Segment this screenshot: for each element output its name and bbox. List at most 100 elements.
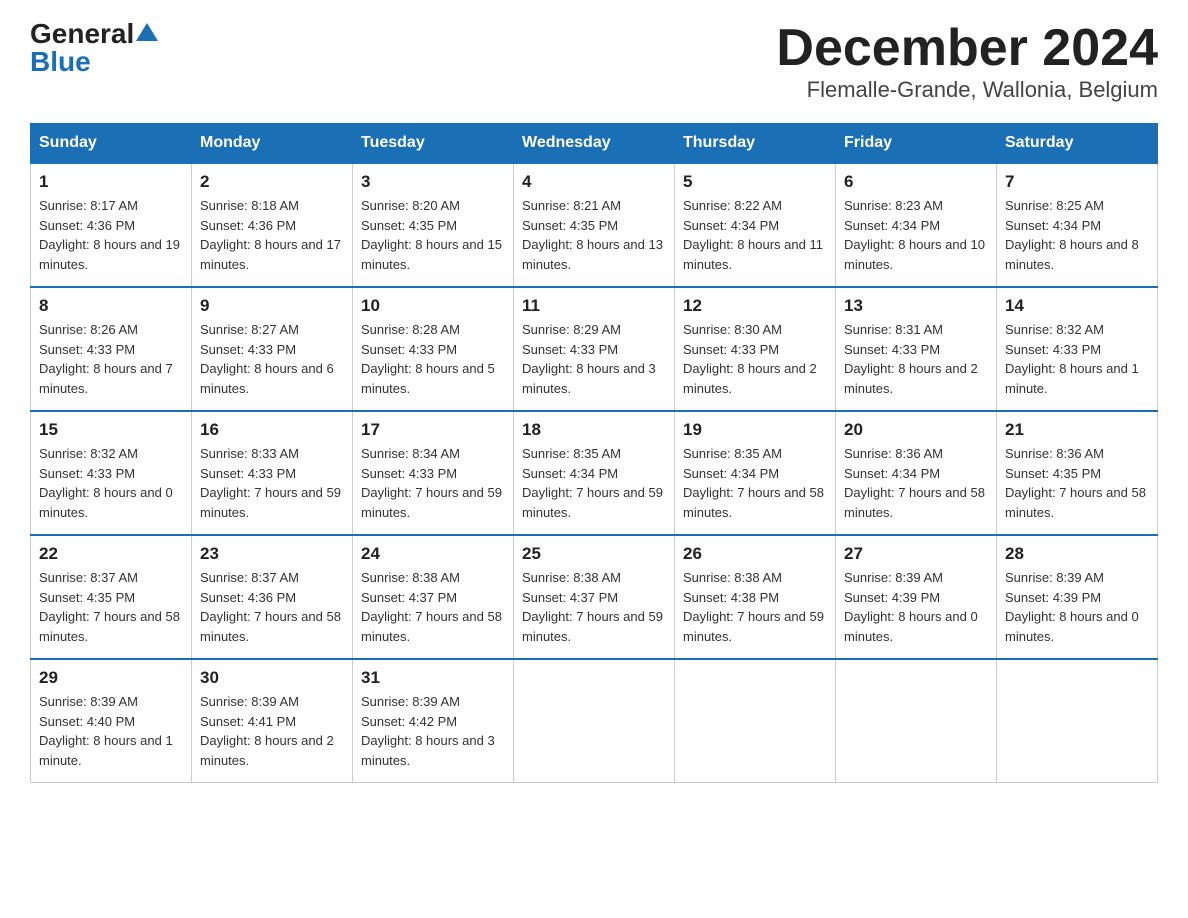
day-number: 20 bbox=[844, 420, 988, 440]
calendar-cell: 18 Sunrise: 8:35 AMSunset: 4:34 PMDayligh… bbox=[514, 411, 675, 535]
day-info: Sunrise: 8:35 AMSunset: 4:34 PMDaylight:… bbox=[522, 444, 666, 522]
day-number: 22 bbox=[39, 544, 183, 564]
day-info: Sunrise: 8:38 AMSunset: 4:38 PMDaylight:… bbox=[683, 568, 827, 646]
day-number: 1 bbox=[39, 172, 183, 192]
page-title: December 2024 bbox=[776, 20, 1158, 77]
day-info: Sunrise: 8:18 AMSunset: 4:36 PMDaylight:… bbox=[200, 196, 344, 274]
day-info: Sunrise: 8:25 AMSunset: 4:34 PMDaylight:… bbox=[1005, 196, 1149, 274]
day-number: 12 bbox=[683, 296, 827, 316]
day-info: Sunrise: 8:39 AMSunset: 4:41 PMDaylight:… bbox=[200, 692, 344, 770]
calendar-cell: 10 Sunrise: 8:28 AMSunset: 4:33 PMDayligh… bbox=[353, 287, 514, 411]
day-info: Sunrise: 8:36 AMSunset: 4:34 PMDaylight:… bbox=[844, 444, 988, 522]
calendar-cell: 19 Sunrise: 8:35 AMSunset: 4:34 PMDayligh… bbox=[675, 411, 836, 535]
calendar-cell: 15 Sunrise: 8:32 AMSunset: 4:33 PMDayligh… bbox=[31, 411, 192, 535]
calendar-cell: 1 Sunrise: 8:17 AMSunset: 4:36 PMDaylight… bbox=[31, 163, 192, 287]
calendar-header-thursday: Thursday bbox=[675, 124, 836, 164]
calendar-header-wednesday: Wednesday bbox=[514, 124, 675, 164]
calendar-cell: 17Sunrise: 8:34 AMSunset: 4:33 PMDayligh… bbox=[353, 411, 514, 535]
calendar-table: SundayMondayTuesdayWednesdayThursdayFrid… bbox=[30, 123, 1158, 783]
day-info: Sunrise: 8:35 AMSunset: 4:34 PMDaylight:… bbox=[683, 444, 827, 522]
day-number: 11 bbox=[522, 296, 666, 316]
day-number: 16 bbox=[200, 420, 344, 440]
logo-general: General bbox=[30, 20, 134, 48]
day-info: Sunrise: 8:26 AMSunset: 4:33 PMDaylight:… bbox=[39, 320, 183, 398]
day-info: Sunrise: 8:32 AMSunset: 4:33 PMDaylight:… bbox=[39, 444, 183, 522]
day-info: Sunrise: 8:38 AMSunset: 4:37 PMDaylight:… bbox=[361, 568, 505, 646]
day-number: 14 bbox=[1005, 296, 1149, 316]
day-number: 24 bbox=[361, 544, 505, 564]
calendar-week-row: 1 Sunrise: 8:17 AMSunset: 4:36 PMDaylight… bbox=[31, 163, 1158, 287]
calendar-week-row: 22 Sunrise: 8:37 AMSunset: 4:35 PMDayligh… bbox=[31, 535, 1158, 659]
calendar-header-tuesday: Tuesday bbox=[353, 124, 514, 164]
calendar-header-monday: Monday bbox=[192, 124, 353, 164]
calendar-cell: 26 Sunrise: 8:38 AMSunset: 4:38 PMDayligh… bbox=[675, 535, 836, 659]
calendar-header-row: SundayMondayTuesdayWednesdayThursdayFrid… bbox=[31, 124, 1158, 164]
calendar-cell: 12 Sunrise: 8:30 AMSunset: 4:33 PMDayligh… bbox=[675, 287, 836, 411]
calendar-header-friday: Friday bbox=[836, 124, 997, 164]
day-info: Sunrise: 8:17 AMSunset: 4:36 PMDaylight:… bbox=[39, 196, 183, 274]
day-info: Sunrise: 8:37 AMSunset: 4:35 PMDaylight:… bbox=[39, 568, 183, 646]
day-info: Sunrise: 8:32 AMSunset: 4:33 PMDaylight:… bbox=[1005, 320, 1149, 398]
calendar-cell: 29Sunrise: 8:39 AMSunset: 4:40 PMDayligh… bbox=[31, 659, 192, 783]
day-number: 3 bbox=[361, 172, 505, 192]
day-info: Sunrise: 8:38 AMSunset: 4:37 PMDaylight:… bbox=[522, 568, 666, 646]
calendar-cell bbox=[997, 659, 1158, 783]
day-number: 25 bbox=[522, 544, 666, 564]
calendar-cell: 8 Sunrise: 8:26 AMSunset: 4:33 PMDaylight… bbox=[31, 287, 192, 411]
day-info: Sunrise: 8:33 AMSunset: 4:33 PMDaylight:… bbox=[200, 444, 344, 522]
logo-blue: Blue bbox=[30, 48, 91, 76]
day-number: 28 bbox=[1005, 544, 1149, 564]
calendar-cell: 4Sunrise: 8:21 AMSunset: 4:35 PMDaylight… bbox=[514, 163, 675, 287]
calendar-cell: 13 Sunrise: 8:31 AMSunset: 4:33 PMDayligh… bbox=[836, 287, 997, 411]
calendar-cell: 5Sunrise: 8:22 AMSunset: 4:34 PMDaylight… bbox=[675, 163, 836, 287]
day-number: 6 bbox=[844, 172, 988, 192]
day-number: 4 bbox=[522, 172, 666, 192]
day-info: Sunrise: 8:29 AMSunset: 4:33 PMDaylight:… bbox=[522, 320, 666, 398]
day-info: Sunrise: 8:34 AMSunset: 4:33 PMDaylight:… bbox=[361, 444, 505, 522]
day-info: Sunrise: 8:28 AMSunset: 4:33 PMDaylight:… bbox=[361, 320, 505, 398]
calendar-cell: 30 Sunrise: 8:39 AMSunset: 4:41 PMDayligh… bbox=[192, 659, 353, 783]
page-header: General Blue December 2024 Flemalle-Gran… bbox=[30, 20, 1158, 103]
day-number: 18 bbox=[522, 420, 666, 440]
calendar-cell: 2Sunrise: 8:18 AMSunset: 4:36 PMDaylight… bbox=[192, 163, 353, 287]
title-block: December 2024 Flemalle-Grande, Wallonia,… bbox=[776, 20, 1158, 103]
calendar-cell: 24 Sunrise: 8:38 AMSunset: 4:37 PMDayligh… bbox=[353, 535, 514, 659]
day-number: 23 bbox=[200, 544, 344, 564]
calendar-cell: 9 Sunrise: 8:27 AMSunset: 4:33 PMDaylight… bbox=[192, 287, 353, 411]
day-number: 13 bbox=[844, 296, 988, 316]
page-subtitle: Flemalle-Grande, Wallonia, Belgium bbox=[776, 77, 1158, 103]
day-info: Sunrise: 8:23 AMSunset: 4:34 PMDaylight:… bbox=[844, 196, 988, 274]
day-info: Sunrise: 8:31 AMSunset: 4:33 PMDaylight:… bbox=[844, 320, 988, 398]
day-number: 26 bbox=[683, 544, 827, 564]
calendar-cell: 28 Sunrise: 8:39 AMSunset: 4:39 PMDayligh… bbox=[997, 535, 1158, 659]
calendar-header-saturday: Saturday bbox=[997, 124, 1158, 164]
day-info: Sunrise: 8:27 AMSunset: 4:33 PMDaylight:… bbox=[200, 320, 344, 398]
day-number: 27 bbox=[844, 544, 988, 564]
day-number: 8 bbox=[39, 296, 183, 316]
day-number: 30 bbox=[200, 668, 344, 688]
day-number: 29 bbox=[39, 668, 183, 688]
day-info: Sunrise: 8:30 AMSunset: 4:33 PMDaylight:… bbox=[683, 320, 827, 398]
calendar-week-row: 8 Sunrise: 8:26 AMSunset: 4:33 PMDaylight… bbox=[31, 287, 1158, 411]
calendar-week-row: 15 Sunrise: 8:32 AMSunset: 4:33 PMDayligh… bbox=[31, 411, 1158, 535]
calendar-cell: 20 Sunrise: 8:36 AMSunset: 4:34 PMDayligh… bbox=[836, 411, 997, 535]
day-info: Sunrise: 8:39 AMSunset: 4:39 PMDaylight:… bbox=[844, 568, 988, 646]
day-info: Sunrise: 8:22 AMSunset: 4:34 PMDaylight:… bbox=[683, 196, 827, 274]
calendar-cell: 31Sunrise: 8:39 AMSunset: 4:42 PMDayligh… bbox=[353, 659, 514, 783]
day-number: 10 bbox=[361, 296, 505, 316]
logo: General Blue bbox=[30, 20, 158, 76]
day-info: Sunrise: 8:39 AMSunset: 4:39 PMDaylight:… bbox=[1005, 568, 1149, 646]
day-number: 21 bbox=[1005, 420, 1149, 440]
calendar-cell bbox=[836, 659, 997, 783]
calendar-cell bbox=[514, 659, 675, 783]
calendar-cell: 14 Sunrise: 8:32 AMSunset: 4:33 PMDayligh… bbox=[997, 287, 1158, 411]
logo-triangle-icon bbox=[136, 23, 158, 41]
calendar-header-sunday: Sunday bbox=[31, 124, 192, 164]
day-number: 15 bbox=[39, 420, 183, 440]
calendar-cell: 21 Sunrise: 8:36 AMSunset: 4:35 PMDayligh… bbox=[997, 411, 1158, 535]
day-number: 19 bbox=[683, 420, 827, 440]
day-number: 9 bbox=[200, 296, 344, 316]
calendar-cell: 3Sunrise: 8:20 AMSunset: 4:35 PMDaylight… bbox=[353, 163, 514, 287]
calendar-cell: 27 Sunrise: 8:39 AMSunset: 4:39 PMDayligh… bbox=[836, 535, 997, 659]
day-info: Sunrise: 8:36 AMSunset: 4:35 PMDaylight:… bbox=[1005, 444, 1149, 522]
